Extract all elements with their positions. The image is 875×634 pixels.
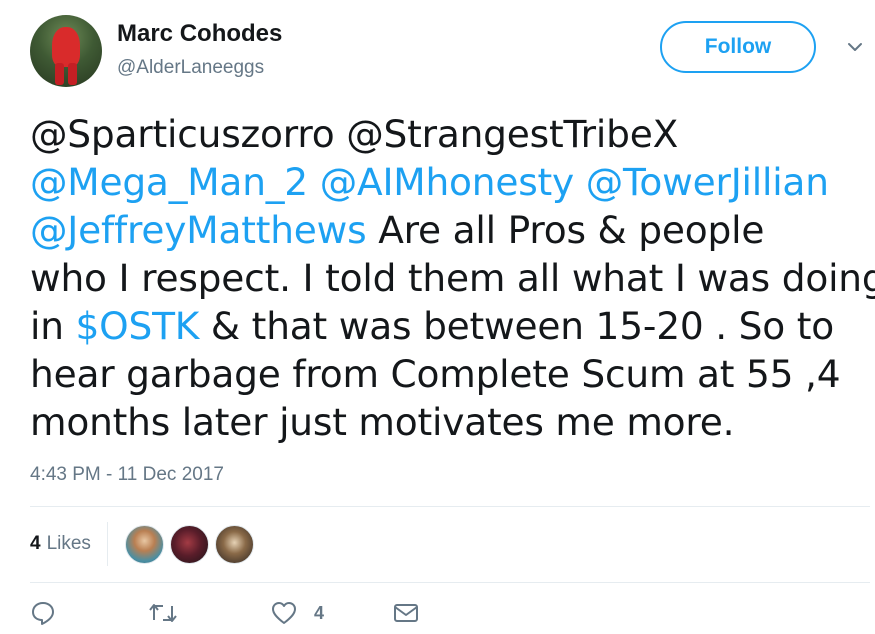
avatar-figure	[52, 27, 80, 67]
follow-button[interactable]: Follow	[660, 21, 816, 73]
envelope-icon	[394, 604, 418, 622]
tweet-text-segment: Are all Pros & people	[366, 208, 765, 252]
like-button[interactable]: 4	[270, 600, 324, 626]
stats-separator	[107, 522, 108, 566]
tweet-text-line: @JeffreyMatthews Are all Pros & people	[30, 206, 870, 254]
author-handle[interactable]: @AlderLaneeggs	[117, 57, 264, 79]
tweet-text-segment: months later just motivates me more.	[30, 400, 735, 444]
tweet-text-line: @Mega_Man_2 @AIMhonesty @TowerJillian	[30, 158, 870, 206]
retweet-button[interactable]	[148, 600, 178, 626]
tweet-text-segment: & that was between 15-20 . So to	[199, 304, 834, 348]
tweet-text-line: months later just motivates me more.	[30, 398, 870, 446]
liker-avatar-2[interactable]	[170, 525, 209, 564]
tweet-text: @Sparticuszorro @StrangestTribeX @Mega_Ma…	[30, 110, 875, 446]
divider	[30, 582, 870, 583]
tweet-text-segment: who I respect. I told them all what I wa…	[30, 256, 875, 300]
liker-avatar-3[interactable]	[215, 525, 254, 564]
author-avatar[interactable]	[30, 15, 102, 87]
divider	[30, 506, 870, 507]
tweet-link[interactable]: @Mega_Man_2 @AIMhonesty @TowerJillian	[30, 160, 829, 204]
direct-message-button[interactable]	[392, 600, 420, 626]
reply-button[interactable]	[30, 600, 56, 626]
likes-count: 4	[30, 533, 41, 554]
tweet-text-line: who I respect. I told them all what I wa…	[30, 254, 875, 302]
like-count: 4	[314, 602, 325, 623]
liker-avatar-1[interactable]	[125, 525, 164, 564]
tweet-text-segment: in	[30, 304, 76, 348]
tweet-text-segment: hear garbage from Complete Scum at 55 ,4	[30, 352, 841, 396]
tweet-link[interactable]: @JeffreyMatthews	[30, 208, 367, 252]
tweet-link[interactable]: $OSTK	[76, 304, 200, 348]
tweet-text-line: hear garbage from Complete Scum at 55 ,4	[30, 350, 870, 398]
author-display-name[interactable]: Marc Cohodes	[117, 20, 282, 48]
retweet-arrows-icon	[149, 604, 177, 622]
tweet-text-segment: @Sparticuszorro @StrangestTribeX	[30, 112, 679, 156]
speech-bubble-icon	[32, 602, 54, 625]
likes-label: Likes	[46, 533, 91, 554]
liker-avatars	[125, 525, 260, 564]
tweet-timestamp[interactable]: 4:43 PM - 11 Dec 2017	[30, 464, 224, 486]
tweet-text-line: in $OSTK & that was between 15-20 . So t…	[30, 302, 870, 350]
tweet-text-line: @Sparticuszorro @StrangestTribeX	[30, 110, 870, 158]
likes-stat[interactable]: 4 Likes	[30, 520, 91, 568]
chevron-down-icon[interactable]	[846, 40, 864, 54]
avatar-figure-leg	[55, 63, 64, 85]
heart-icon	[272, 602, 296, 624]
avatar-figure-leg	[68, 63, 77, 85]
